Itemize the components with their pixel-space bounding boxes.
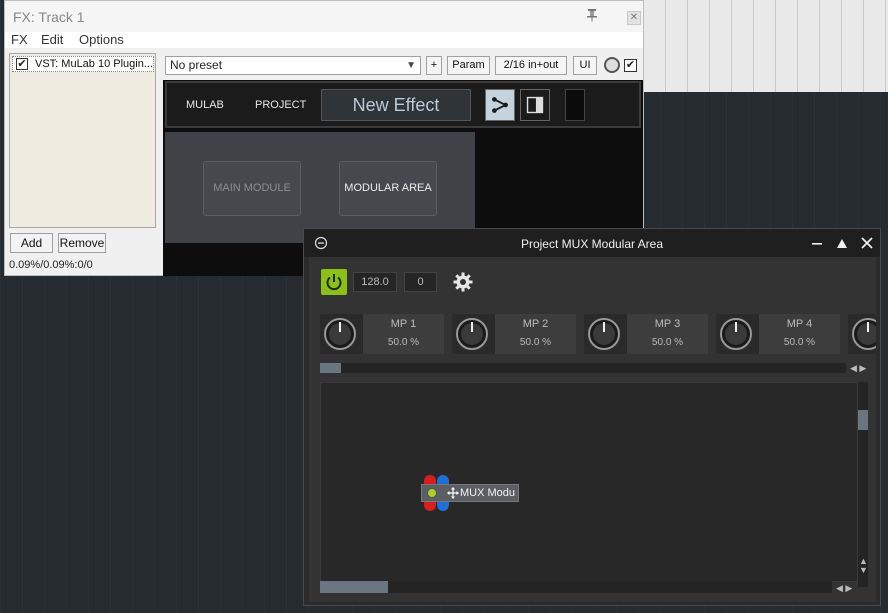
macro-param-name: MP 4: [786, 318, 813, 330]
param-button[interactable]: Param: [447, 56, 490, 75]
pin-icon[interactable]: [585, 8, 599, 22]
wet-knob-icon[interactable]: [604, 57, 620, 73]
macro-param-box[interactable]: MP 4 50.0 %: [759, 314, 840, 354]
mux-module-node[interactable]: MUX Modu: [421, 475, 525, 511]
modular-area-button[interactable]: MODULAR AREA: [339, 161, 437, 216]
tab-mulab[interactable]: MULAB: [186, 99, 224, 111]
fx-titlebar[interactable]: FX: Track 1 ✕: [5, 1, 643, 32]
macro-param-value: 50.0 %: [519, 337, 552, 348]
gear-icon[interactable]: [452, 271, 474, 293]
macro-param-value: 50.0 %: [387, 337, 420, 348]
macro-param-box[interactable]: MP 3 50.0 %: [627, 314, 708, 354]
macro-param-box[interactable]: MP 2 50.0 %: [495, 314, 576, 354]
menu-fx[interactable]: FX: [11, 32, 28, 47]
module-power-led[interactable]: [427, 488, 437, 498]
bypass-checkbox[interactable]: ✔: [624, 59, 637, 72]
add-button[interactable]: Add: [10, 233, 53, 253]
close-icon[interactable]: [860, 236, 874, 250]
knob-icon[interactable]: [323, 317, 357, 351]
track-lane-background: [643, 0, 888, 92]
fx-menubar: FX Edit Options: [5, 32, 643, 48]
io-routing-button[interactable]: 2/16 in+out: [495, 56, 567, 75]
add-preset-button[interactable]: +: [426, 56, 442, 75]
maximize-icon[interactable]: [835, 236, 849, 250]
knob-icon[interactable]: [587, 317, 621, 351]
plugin-label: VST: MuLab 10 Plugin...: [35, 58, 154, 70]
offset-field[interactable]: 0: [404, 272, 437, 292]
macro-param-5-partial: [848, 314, 876, 354]
tab-project[interactable]: PROJECT: [255, 99, 306, 111]
fx-window-title: FX: Track 1: [13, 9, 85, 25]
scrollbar-thumb[interactable]: [858, 410, 868, 430]
knob-icon[interactable]: [719, 317, 753, 351]
macro-param-1: MP 1 50.0 %: [320, 314, 444, 354]
params-scrollbar[interactable]: [320, 363, 846, 373]
macro-param-name: MP 2: [522, 318, 549, 330]
panel-view-icon[interactable]: [520, 89, 550, 121]
power-icon[interactable]: [321, 269, 347, 295]
scrollbar-thumb[interactable]: [320, 363, 341, 373]
close-icon[interactable]: ✕: [627, 11, 641, 25]
plugin-enable-checkbox[interactable]: ✔: [16, 58, 28, 70]
plugin-list-item[interactable]: ✔ VST: MuLab 10 Plugin...: [12, 56, 154, 72]
mulab-body: MAIN MODULE MODULAR AREA: [165, 132, 475, 243]
mux-window: Project MUX Modular Area 128.0 0 MP 1 50…: [303, 228, 881, 606]
main-module-button[interactable]: MAIN MODULE: [203, 161, 301, 216]
mulab-header: MULAB PROJECT New Effect: [165, 81, 641, 128]
mux-window-title: Project MUX Modular Area: [520, 237, 664, 251]
menu-options[interactable]: Options: [79, 32, 124, 47]
cpu-status: 0.09%/0.09%:0/0: [9, 259, 93, 271]
side-panel-toggle[interactable]: [565, 89, 585, 121]
mux-content: 128.0 0 MP 1 50.0 % MP 2 50.0 % MP 3 50.…: [309, 257, 876, 602]
canvas-horizontal-scrollbar[interactable]: [320, 581, 832, 593]
plugin-list[interactable]: ✔ VST: MuLab 10 Plugin...: [9, 53, 156, 228]
module-node-label: MUX Modu: [460, 487, 516, 499]
tempo-field[interactable]: 128.0: [353, 272, 397, 292]
remove-button[interactable]: Remove: [58, 233, 106, 253]
scroll-left-right-icon[interactable]: ◀ ▶: [850, 363, 866, 374]
chevron-down-icon: ▼: [406, 60, 416, 71]
preset-dropdown[interactable]: No preset ▼: [165, 56, 421, 75]
ui-button[interactable]: UI: [573, 56, 597, 75]
preset-value: No preset: [170, 58, 223, 72]
effect-name-field[interactable]: New Effect: [321, 89, 471, 121]
scrollbar-thumb[interactable]: [320, 581, 388, 593]
mux-titlebar[interactable]: Project MUX Modular Area: [304, 229, 880, 257]
knob-icon[interactable]: [851, 317, 876, 351]
move-icon[interactable]: [447, 487, 459, 499]
scroll-up-down-icon[interactable]: ▲ ▼: [859, 557, 868, 575]
menu-edit[interactable]: Edit: [41, 32, 63, 47]
scroll-left-right-icon[interactable]: ◀ ▶: [836, 583, 852, 594]
macro-param-name: MP 1: [390, 318, 417, 330]
macro-param-value: 50.0 %: [783, 337, 816, 348]
knob-icon[interactable]: [455, 317, 489, 351]
modular-view-icon[interactable]: [485, 89, 515, 121]
macro-param-box[interactable]: MP 1 50.0 %: [363, 314, 444, 354]
modular-canvas[interactable]: MUX Modu: [320, 382, 858, 582]
macro-param-4: MP 4 50.0 %: [716, 314, 840, 354]
minimize-icon[interactable]: [810, 236, 824, 250]
macro-param-3: MP 3 50.0 %: [584, 314, 708, 354]
macro-param-value: 50.0 %: [651, 337, 684, 348]
module-node-body[interactable]: MUX Modu: [421, 484, 519, 502]
macro-param-2: MP 2 50.0 %: [452, 314, 576, 354]
macro-param-name: MP 3: [654, 318, 681, 330]
